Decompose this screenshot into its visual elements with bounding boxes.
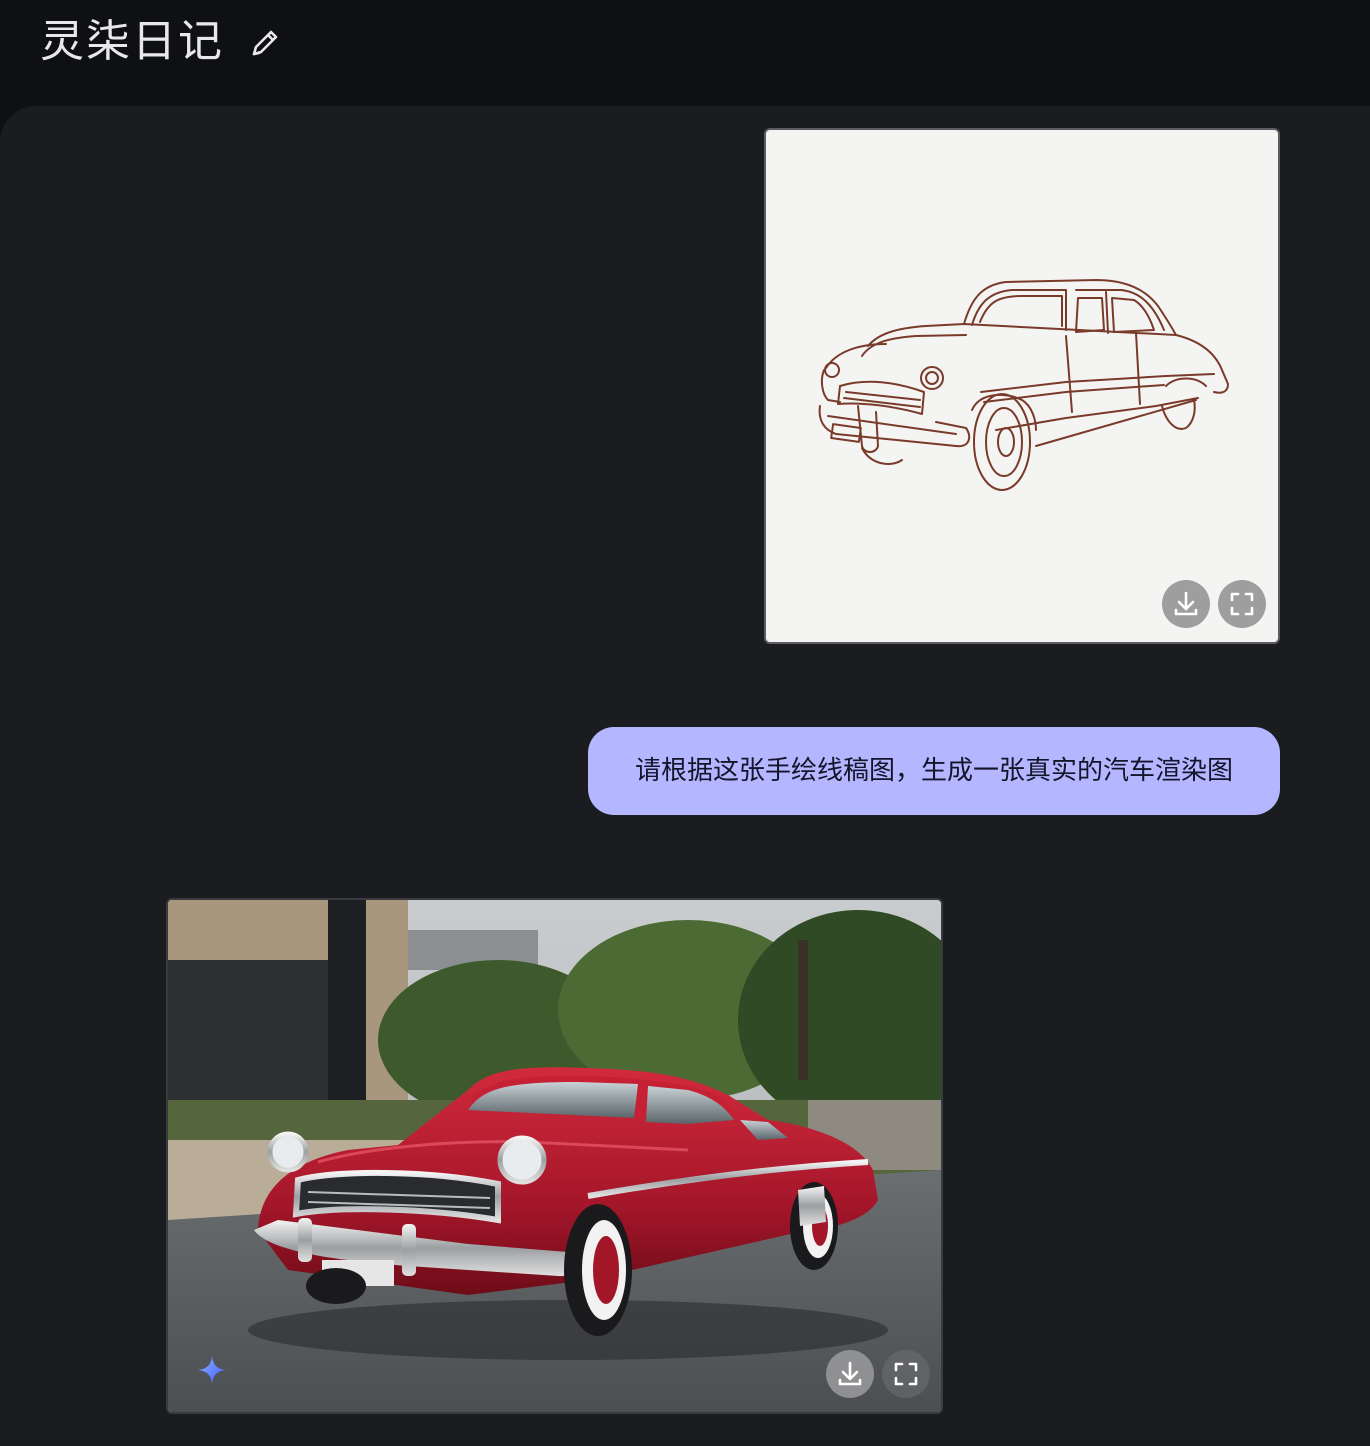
download-icon [838, 1361, 862, 1386]
download-button[interactable] [826, 1350, 874, 1398]
download-button[interactable] [1162, 580, 1210, 628]
chat-area[interactable]: 请根据这张手绘线稿图，生成一张真实的汽车渲染图 [0, 106, 1370, 1446]
fullscreen-button[interactable] [882, 1350, 930, 1398]
fullscreen-button[interactable] [1218, 580, 1266, 628]
fullscreen-icon [1230, 592, 1254, 616]
car-photo-illustration [168, 900, 941, 1412]
download-icon [1174, 591, 1198, 616]
fullscreen-icon [894, 1362, 918, 1386]
car-sketch-illustration [818, 279, 1229, 491]
user-sketch-image[interactable] [764, 128, 1280, 644]
page-title: 灵柒日记 [40, 16, 224, 67]
header-bar: 灵柒日记 [0, 0, 1370, 106]
generated-car-image[interactable] [166, 898, 943, 1414]
pencil-icon [252, 30, 278, 56]
sparkle-icon [198, 1356, 226, 1384]
user-message-bubble: 请根据这张手绘线稿图，生成一张真实的汽车渲染图 [588, 727, 1280, 815]
edit-title-button[interactable] [246, 24, 284, 62]
